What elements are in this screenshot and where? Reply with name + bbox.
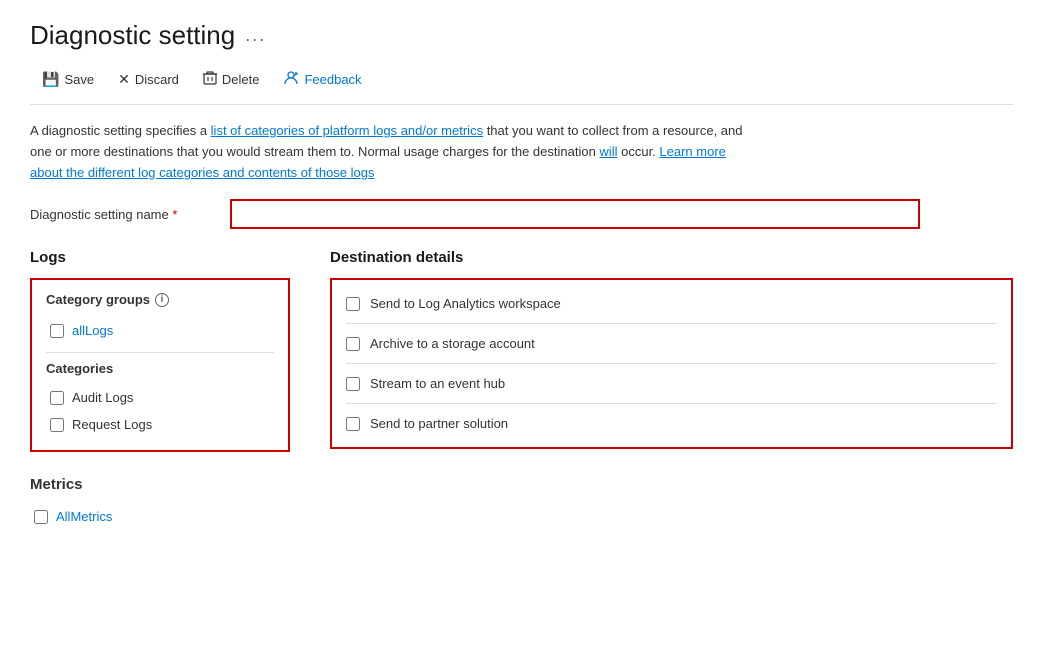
feedback-icon: [283, 71, 299, 88]
all-metrics-label[interactable]: AllMetrics: [56, 509, 112, 524]
main-content: Logs Category groups i allLogs Categorie…: [30, 249, 1013, 530]
dest-analytics-checkbox[interactable]: [346, 297, 360, 311]
dest-eventhub-item: Stream to an event hub: [332, 364, 1011, 403]
all-logs-item: allLogs: [50, 317, 274, 344]
destination-bordered-box: Send to Log Analytics workspace Archive …: [330, 278, 1013, 449]
logs-title: Logs: [30, 249, 290, 266]
discard-button[interactable]: ✕ Discard: [106, 65, 191, 94]
dest-analytics-label[interactable]: Send to Log Analytics workspace: [370, 296, 561, 311]
metrics-title: Metrics: [30, 476, 290, 493]
request-logs-label[interactable]: Request Logs: [72, 417, 152, 432]
destination-section: Destination details Send to Log Analytic…: [330, 249, 1013, 530]
dest-analytics-item: Send to Log Analytics workspace: [332, 284, 1011, 323]
delete-icon: [203, 71, 217, 88]
request-logs-checkbox[interactable]: [50, 418, 64, 432]
list-link[interactable]: list of categories of platform logs and/…: [211, 123, 483, 138]
all-metrics-checkbox[interactable]: [34, 510, 48, 524]
dest-eventhub-label[interactable]: Stream to an event hub: [370, 376, 505, 391]
save-button[interactable]: 💾 Save: [30, 65, 106, 94]
discard-icon: ✕: [118, 71, 130, 88]
dest-partner-checkbox[interactable]: [346, 417, 360, 431]
dest-storage-checkbox[interactable]: [346, 337, 360, 351]
all-logs-checkbox[interactable]: [50, 324, 64, 338]
required-marker: *: [172, 207, 177, 222]
metrics-section: Metrics AllMetrics: [30, 476, 290, 530]
dest-storage-item: Archive to a storage account: [332, 324, 1011, 363]
description: A diagnostic setting specifies a list of…: [30, 121, 750, 183]
page-title: Diagnostic setting ...: [30, 20, 1013, 51]
all-metrics-item: AllMetrics: [34, 503, 290, 530]
audit-logs-label[interactable]: Audit Logs: [72, 390, 133, 405]
dest-storage-label[interactable]: Archive to a storage account: [370, 336, 535, 351]
will-link[interactable]: will: [599, 144, 617, 159]
audit-logs-checkbox[interactable]: [50, 391, 64, 405]
toolbar: 💾 Save ✕ Discard Delete Feedback: [30, 65, 1013, 105]
audit-logs-item: Audit Logs: [50, 384, 274, 411]
categories-label: Categories: [46, 361, 274, 376]
dest-eventhub-checkbox[interactable]: [346, 377, 360, 391]
setting-name-label: Diagnostic setting name *: [30, 207, 230, 222]
dest-partner-label[interactable]: Send to partner solution: [370, 416, 508, 431]
all-logs-label[interactable]: allLogs: [72, 323, 113, 338]
dest-partner-item: Send to partner solution: [332, 404, 1011, 443]
category-groups-label: Category groups i: [46, 292, 274, 307]
delete-button[interactable]: Delete: [191, 65, 272, 94]
ellipsis: ...: [245, 25, 266, 46]
request-logs-item: Request Logs: [50, 411, 274, 438]
destination-title: Destination details: [330, 249, 1013, 266]
logs-bordered-box: Category groups i allLogs Categories Aud…: [30, 278, 290, 452]
info-icon[interactable]: i: [155, 293, 169, 307]
setting-name-input[interactable]: [230, 199, 920, 229]
save-icon: 💾: [42, 71, 59, 88]
logs-section: Logs Category groups i allLogs Categorie…: [30, 249, 290, 530]
feedback-button[interactable]: Feedback: [271, 65, 373, 94]
logs-divider: [46, 352, 274, 353]
setting-name-row: Diagnostic setting name *: [30, 199, 1013, 229]
